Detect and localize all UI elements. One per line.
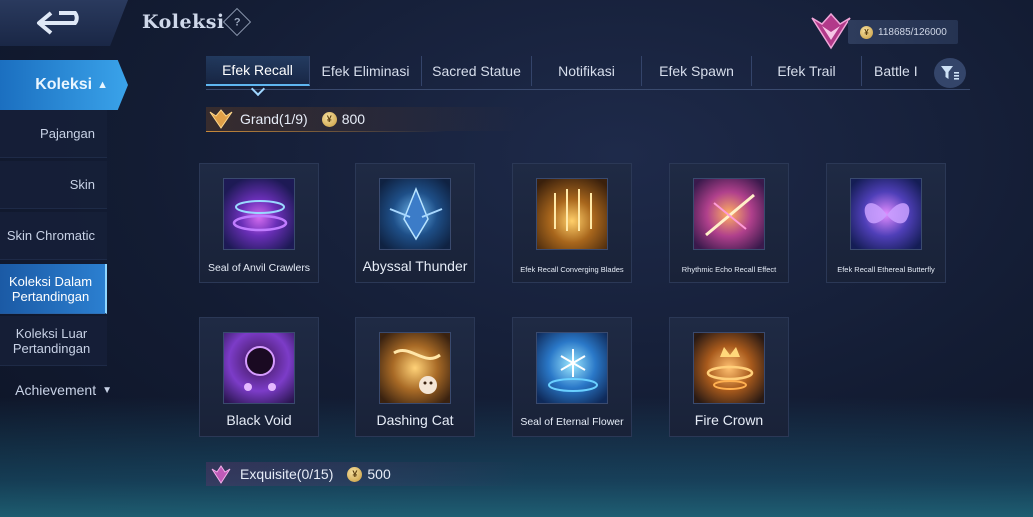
coin-icon: ¥ (347, 466, 363, 482)
item-artwork (223, 332, 295, 404)
back-button[interactable] (0, 0, 128, 46)
item-artwork (223, 178, 295, 250)
item-name: Efek Recall Converging Blades (520, 265, 624, 274)
back-arrow-icon (37, 11, 79, 35)
category-cost: ¥ 500 (347, 466, 391, 482)
item-card[interactable]: Rhythmic Echo Recall Effect (669, 163, 789, 283)
item-artwork (536, 332, 608, 404)
page-title: Koleksi (142, 11, 225, 33)
item-name: Fire Crown (694, 412, 764, 428)
tab-label: Notifikasi (558, 63, 615, 79)
sidebar-item-label: Koleksi Dalam Pertandingan (8, 273, 93, 304)
item-name: Efek Recall Ethereal Butterfly (837, 265, 935, 274)
sidebar-item-skin[interactable]: Skin (0, 161, 107, 209)
filter-button[interactable] (934, 58, 966, 88)
item-name: Abyssal Thunder (362, 258, 468, 274)
sidebar-item-skin-chromatic[interactable]: Skin Chromatic (0, 212, 107, 260)
item-name: Seal of Anvil Crawlers (207, 262, 311, 274)
tab-label: Sacred Statue (432, 63, 521, 79)
sidebar-item-label: Achievement (15, 382, 97, 398)
help-symbol: ? (233, 15, 241, 28)
active-tab-chevron-icon (250, 81, 266, 97)
item-artwork (379, 332, 451, 404)
chevron-up-icon: ▲ (97, 79, 108, 91)
item-card[interactable]: Fire Crown (669, 317, 789, 437)
tab-battle[interactable]: Battle I (862, 56, 922, 86)
item-card[interactable]: Seal of Eternal Flower (512, 317, 632, 437)
item-card[interactable]: Efek Recall Converging Blades (512, 163, 632, 283)
sidebar-item-koleksi-luar-pertandingan[interactable]: Koleksi Luar Pertandingan (0, 316, 107, 366)
item-name: Seal of Eternal Flower (520, 416, 624, 428)
category-cost-value: 500 (367, 466, 391, 482)
category-name: Exquisite(0/15) (240, 466, 334, 482)
sidebar-item-label: Koleksi Luar Pertandingan (12, 325, 91, 356)
coin-icon: ¥ (321, 111, 337, 127)
item-card[interactable]: Efek Recall Ethereal Butterfly (826, 163, 946, 283)
tab-sacred-statue[interactable]: Sacred Statue (422, 56, 532, 86)
sidebar-item-koleksi[interactable]: Koleksi ▲ (0, 60, 128, 110)
item-name: Black Void (226, 412, 292, 428)
points-value: 118685/126000 (878, 26, 947, 38)
item-card[interactable]: Seal of Anvil Crawlers (199, 163, 319, 283)
sidebar-item-koleksi-dalam-pertandingan[interactable]: Koleksi Dalam Pertandingan (0, 264, 107, 314)
help-icon[interactable]: ? (222, 7, 252, 37)
points-display: ¥ 118685/126000 (848, 20, 958, 44)
tab-label: Efek Trail (777, 63, 836, 79)
tab-bar: Efek Recall Efek Eliminasi Sacred Statue… (206, 56, 970, 97)
category-header-grand: Grand(1/9) ¥ 800 (206, 107, 526, 131)
category-name: Grand(1/9) (240, 111, 308, 127)
tab-efek-spawn[interactable]: Efek Spawn (642, 56, 752, 86)
top-bar: Koleksi ? ¥ 118685/126000 (0, 0, 1033, 50)
item-card[interactable]: Dashing Cat (355, 317, 475, 437)
sidebar-item-label: Skin (69, 177, 95, 192)
sidebar-item-pajangan[interactable]: Pajangan (0, 110, 107, 158)
grand-tier-icon (209, 109, 233, 129)
item-artwork (850, 178, 922, 250)
item-artwork (536, 178, 608, 250)
tab-label: Efek Eliminasi (321, 63, 410, 79)
tab-label: Efek Recall (222, 62, 293, 78)
sidebar-item-label: Koleksi (35, 76, 93, 93)
item-artwork (693, 332, 765, 404)
chevron-down-icon: ▼ (102, 384, 112, 396)
sidebar-item-label: Skin Chromatic (6, 228, 95, 243)
category-divider (206, 131, 446, 132)
filter-icon (941, 66, 959, 80)
tab-efek-recall[interactable]: Efek Recall (206, 56, 310, 97)
category-header-exquisite: Exquisite(0/15) ¥ 500 (206, 462, 526, 486)
item-name: Rhythmic Echo Recall Effect (681, 265, 777, 274)
item-artwork (693, 178, 765, 250)
sidebar-item-label: Pajangan (40, 126, 95, 141)
item-card[interactable]: Black Void (199, 317, 319, 437)
item-name: Dashing Cat (376, 412, 454, 428)
tab-label: Battle I (874, 63, 918, 79)
battle-point-icon: ¥ (860, 25, 873, 39)
tab-efek-eliminasi[interactable]: Efek Eliminasi (310, 56, 422, 86)
tab-notifikasi[interactable]: Notifikasi (532, 56, 642, 86)
item-card[interactable]: Abyssal Thunder (355, 163, 475, 283)
tab-label: Efek Spawn (659, 63, 734, 79)
item-artwork (379, 178, 451, 250)
exquisite-tier-icon (211, 465, 231, 484)
category-cost-value: 800 (341, 111, 366, 127)
tab-efek-trail[interactable]: Efek Trail (752, 56, 862, 86)
sidebar-item-achievement[interactable]: Achievement ▼ (0, 378, 118, 402)
category-cost: ¥ 800 (321, 111, 366, 127)
